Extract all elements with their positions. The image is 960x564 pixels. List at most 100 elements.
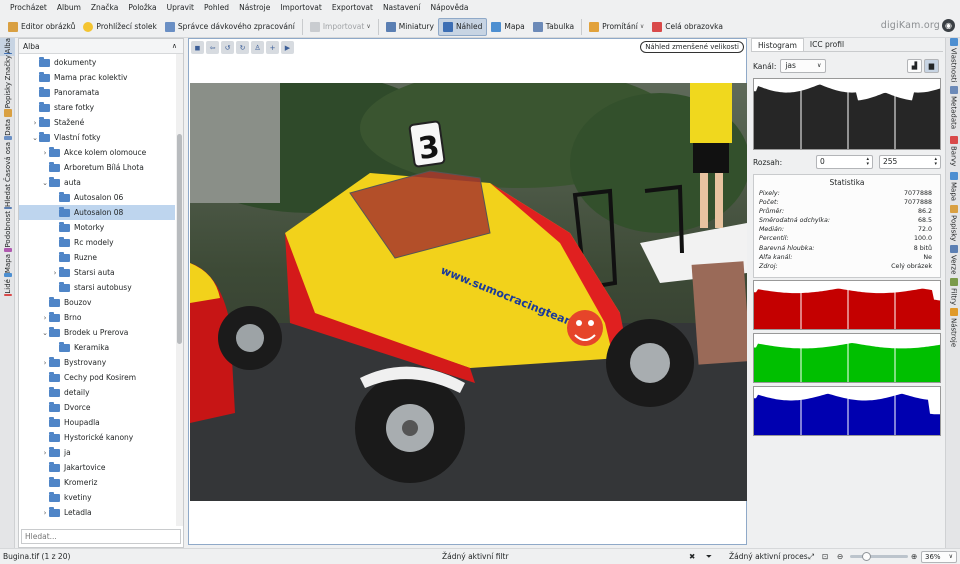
right-tab-7[interactable]: Nástroje — [946, 308, 960, 348]
chevron-right-icon[interactable]: › — [41, 449, 49, 457]
album-tree-item[interactable]: stare fotky — [19, 100, 175, 115]
image-editor-button[interactable]: Editor obrázků — [4, 18, 79, 36]
left-tab-0[interactable]: Alba — [0, 38, 15, 56]
menu-item[interactable]: Upravit — [162, 0, 199, 16]
preview-tool-button[interactable]: ▶ — [281, 41, 294, 54]
fullscreen-button[interactable]: Celá obrazovka — [648, 18, 727, 36]
light-table-button[interactable]: Prohlížecí stolek — [79, 18, 160, 36]
chevron-down-icon[interactable]: ⌄ — [31, 134, 39, 142]
album-tree-item[interactable]: ⌄ Brodek u Prerova — [19, 325, 175, 340]
album-tree-item[interactable]: Kromeriz — [19, 475, 175, 490]
zoom-slider[interactable] — [850, 552, 908, 561]
preview-tool-button[interactable]: ♙ — [251, 41, 264, 54]
thumbnails-button[interactable]: Miniatury — [382, 18, 438, 36]
blue-histogram[interactable] — [753, 386, 941, 436]
album-tree-item[interactable]: Cechy pod Kosirem — [19, 370, 175, 385]
album-tree-item[interactable]: Motorky — [19, 220, 175, 235]
green-histogram[interactable] — [753, 333, 941, 383]
menu-item[interactable]: Nápověda — [425, 0, 473, 16]
filter-icon[interactable]: ⏷ — [706, 549, 712, 564]
preview-tool-button[interactable]: ⇦ — [206, 41, 219, 54]
clear-filter-icon[interactable]: ✖ — [689, 549, 695, 564]
right-tab-4[interactable]: Popisky — [946, 203, 960, 244]
linear-scale-button[interactable]: ▟ — [907, 59, 922, 73]
album-tree-item[interactable]: starsi autobusy — [19, 280, 175, 295]
batch-queue-button[interactable]: Správce dávkového zpracování — [161, 18, 299, 36]
album-tree-item[interactable]: › Starsi auta — [19, 265, 175, 280]
left-tab-4[interactable]: Časová osa — [0, 142, 15, 184]
chevron-right-icon[interactable]: › — [41, 359, 49, 367]
album-tree-item[interactable]: dokumenty — [19, 55, 175, 70]
chevron-right-icon[interactable]: › — [41, 314, 49, 322]
right-tab-2[interactable]: Barvy — [946, 132, 960, 170]
chevron-right-icon[interactable]: › — [41, 149, 49, 157]
collapse-up-icon[interactable]: ∧ — [172, 42, 177, 50]
album-tree-item[interactable]: › Akce kolem olomouce — [19, 145, 175, 160]
menu-item[interactable]: Nástroje — [234, 0, 275, 16]
album-tree-item[interactable]: kvetiny — [19, 490, 175, 505]
zoom-slider-handle[interactable] — [862, 552, 872, 561]
table-view-button[interactable]: Tabulka — [529, 18, 578, 36]
album-tree-item[interactable]: detaily — [19, 385, 175, 400]
album-search-input[interactable] — [21, 529, 181, 544]
album-tree-item[interactable]: Jakartovice — [19, 460, 175, 475]
preview-tool-button[interactable]: ↺ — [221, 41, 234, 54]
chevron-right-icon[interactable]: › — [41, 509, 49, 517]
tab-histogram[interactable]: Histogram — [751, 38, 804, 51]
album-tree-item[interactable]: Autosalon 06 — [19, 190, 175, 205]
left-tab-1[interactable]: Značky — [0, 55, 15, 82]
menu-item[interactable]: Importovat — [275, 0, 326, 16]
import-button[interactable]: Importovat ∨ — [306, 18, 375, 36]
right-tab-3[interactable]: Mapa — [946, 170, 960, 203]
scrollbar-thumb[interactable] — [177, 134, 182, 344]
tab-icc-profile[interactable]: ICC profil — [804, 38, 850, 51]
right-tab-0[interactable]: Vlastnosti — [946, 38, 960, 83]
chevron-down-icon[interactable]: ∨ — [640, 23, 644, 30]
preview-photo[interactable]: 3 www.sumocracingteam.cz — [190, 83, 747, 501]
image-preview-area[interactable]: ◼⇦↺↻♙+▶ Náhled zmenšené velikosti — [188, 38, 747, 545]
right-tab-5[interactable]: Verze — [946, 244, 960, 275]
range-min-spinbox[interactable]: 0 ▴ ▾ — [816, 155, 873, 169]
album-tree-item[interactable]: Rc modely — [19, 235, 175, 250]
menu-item[interactable]: Procházet — [5, 0, 52, 16]
zoom-in-icon[interactable]: ⊕ — [911, 549, 917, 564]
left-tab-6[interactable]: Podobnost — [0, 211, 15, 254]
chevron-right-icon[interactable]: › — [51, 269, 59, 277]
album-tree-item[interactable]: Autosalon 08 — [19, 205, 175, 220]
channel-select[interactable]: jas ∨ — [780, 59, 827, 73]
album-tree-item[interactable]: Panoramata — [19, 85, 175, 100]
luminosity-histogram[interactable] — [753, 78, 941, 150]
album-tree-item[interactable]: › Bystrovany — [19, 355, 175, 370]
album-scrollbar[interactable] — [176, 54, 183, 526]
menu-item[interactable]: Pohled — [199, 0, 234, 16]
zoom-level-select[interactable]: 36% ∨ — [921, 551, 957, 563]
album-tree-item[interactable]: › Brno — [19, 310, 175, 325]
zoom-100-icon[interactable]: ⊡ — [822, 549, 828, 564]
right-tab-1[interactable]: Metadata — [946, 83, 960, 132]
album-tree-item[interactable]: Ruzne — [19, 250, 175, 265]
log-scale-button[interactable]: ▆ — [924, 59, 939, 73]
zoom-out-icon[interactable]: ⊖ — [837, 549, 843, 564]
red-histogram[interactable] — [753, 280, 941, 330]
album-tree-item[interactable]: Dvorce — [19, 400, 175, 415]
chevron-down-icon[interactable]: ⌄ — [41, 329, 49, 337]
menu-item[interactable]: Nastavení — [378, 0, 426, 16]
album-tree-item[interactable]: Bouzov — [19, 295, 175, 310]
left-tab-7[interactable]: Mapa — [0, 254, 15, 279]
preview-tool-button[interactable]: ◼ — [191, 41, 204, 54]
chevron-right-icon[interactable]: › — [31, 119, 39, 127]
menu-item[interactable]: Položka — [123, 0, 161, 16]
slideshow-button[interactable]: Promítání ∨ — [585, 18, 648, 36]
preview-button[interactable]: Náhled — [437, 17, 488, 36]
range-max-spinbox[interactable]: 255 ▴ ▾ — [879, 155, 941, 169]
chevron-down-icon[interactable]: ⌄ — [41, 179, 49, 187]
album-tree-item[interactable]: ⌄ auta — [19, 175, 175, 190]
menu-item[interactable]: Exportovat — [327, 0, 378, 16]
map-view-button[interactable]: Mapa — [487, 18, 528, 36]
album-tree-item[interactable]: Arboretum Bílá Lhota — [19, 160, 175, 175]
album-tree-item[interactable]: Mama prac kolektiv — [19, 70, 175, 85]
album-tree-item[interactable]: Hystorické kanony — [19, 430, 175, 445]
left-tab-2[interactable]: Popisky — [0, 82, 15, 119]
left-tab-8[interactable]: Lidé — [0, 279, 15, 298]
preview-tool-button[interactable]: + — [266, 41, 279, 54]
